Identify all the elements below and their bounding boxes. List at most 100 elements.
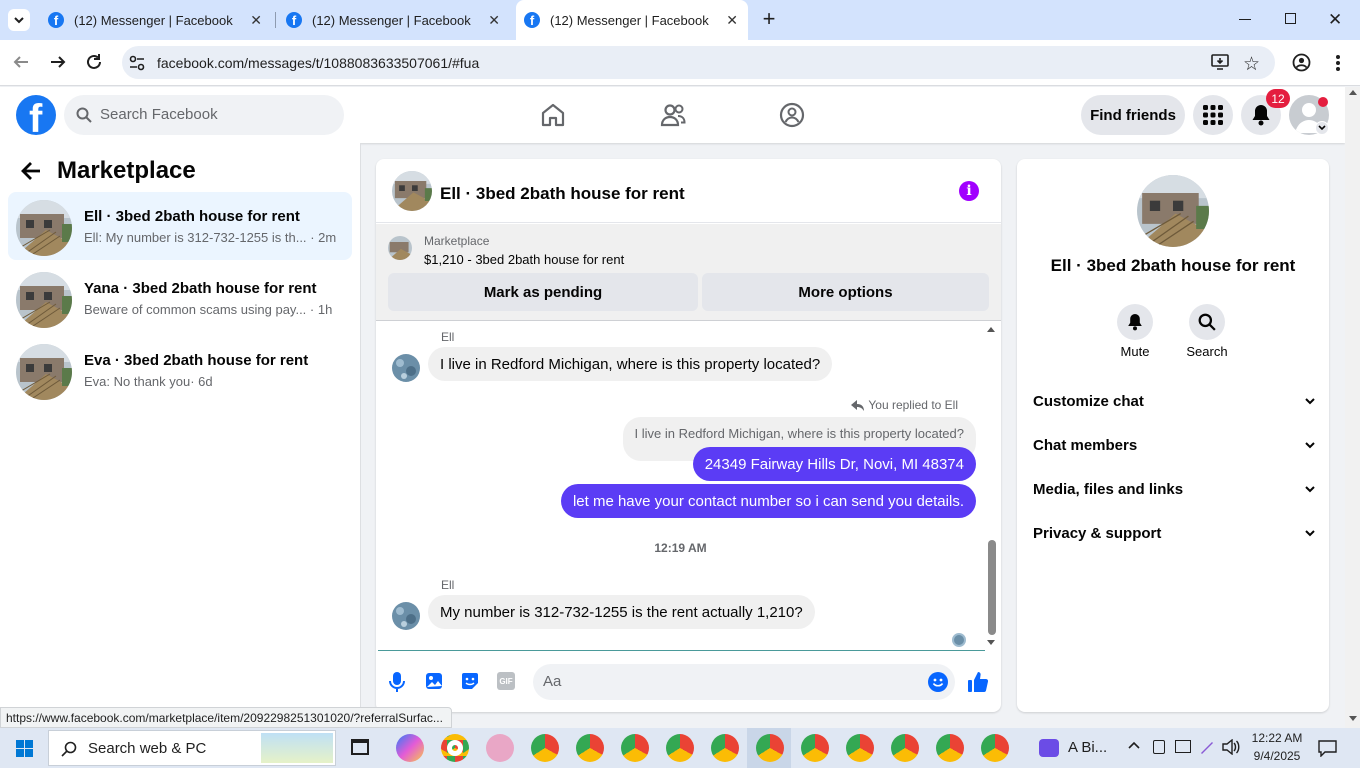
profile-large-avatar[interactable] <box>1137 175 1209 247</box>
conversation-ell[interactable]: Ell · 3bed 2bath house for rent Ell: My … <box>8 192 352 260</box>
close-tab-icon[interactable]: ✕ <box>488 12 500 29</box>
tray-chevron-up-icon[interactable] <box>1128 741 1140 749</box>
incoming-message[interactable]: My number is 312-732-1255 is the rent ac… <box>428 595 815 629</box>
link-status-bar: https://www.facebook.com/marketplace/ite… <box>0 707 452 728</box>
restore-window-icon[interactable] <box>1285 13 1296 24</box>
find-friends-button[interactable]: Find friends <box>1081 95 1185 135</box>
find-friends-label: Find friends <box>1090 106 1176 124</box>
reload-icon[interactable] <box>85 53 103 71</box>
scroll-up-arrow-icon[interactable] <box>1349 90 1357 95</box>
pen-icon[interactable] <box>1199 739 1215 755</box>
search-conversation-button[interactable] <box>1189 304 1225 340</box>
more-options-button[interactable]: More options <box>702 273 989 311</box>
chrome-icon[interactable] <box>801 734 829 762</box>
clock-date[interactable]: 9/4/2025 <box>1247 749 1307 763</box>
chevron-down-icon <box>1305 397 1315 404</box>
taskbar-app-label[interactable]: A Bi... <box>1068 739 1107 756</box>
tray-icon[interactable] <box>1153 740 1165 754</box>
sender-avatar[interactable] <box>392 602 420 630</box>
mark-as-pending-button[interactable]: Mark as pending <box>388 273 698 311</box>
minimize-window-icon[interactable] <box>1239 19 1251 20</box>
back-icon[interactable] <box>12 53 30 71</box>
chat-members-section[interactable]: Chat members <box>1033 423 1315 467</box>
browser-menu-icon[interactable] <box>1336 55 1340 71</box>
outgoing-message[interactable]: 24349 Fairway Hills Dr, Novi, MI 48374 <box>692 447 976 481</box>
outgoing-message[interactable]: let me have your contact number so i can… <box>560 484 976 518</box>
facebook-search-box[interactable]: Search Facebook <box>64 95 344 135</box>
close-tab-icon[interactable]: ✕ <box>250 12 262 29</box>
sender-avatar[interactable] <box>392 354 420 382</box>
copilot-icon[interactable] <box>396 734 424 762</box>
media-files-section[interactable]: Media, files and links <box>1033 467 1315 511</box>
chrome-icon-active[interactable] <box>756 734 784 762</box>
messages-scroll-up-icon[interactable] <box>987 327 995 332</box>
chrome-icon[interactable] <box>531 734 559 762</box>
scroll-down-arrow-icon[interactable] <box>1349 716 1357 721</box>
search-label: Search <box>1186 344 1228 359</box>
video-app-icon[interactable] <box>1039 739 1059 757</box>
tab-2[interactable]: f (12) Messenger | Facebook ✕ <box>278 0 510 40</box>
chrome-icon[interactable] <box>441 734 469 762</box>
search-placeholder: Search Facebook <box>100 106 218 123</box>
reply-indicator: You replied to Ell <box>851 398 958 412</box>
thumbs-up-icon[interactable] <box>967 671 989 693</box>
chat-title[interactable]: Ell · 3bed 2bath house for rent <box>440 184 685 204</box>
task-view-icon[interactable] <box>351 739 369 755</box>
install-app-icon[interactable] <box>1211 54 1229 70</box>
facebook-logo-icon[interactable]: f <box>16 95 56 135</box>
volume-icon[interactable] <box>1222 739 1240 755</box>
back-arrow-icon[interactable] <box>20 160 42 182</box>
chrome-icon[interactable] <box>576 734 604 762</box>
notification-center-icon[interactable] <box>1318 740 1337 757</box>
sticker-icon[interactable] <box>461 672 479 690</box>
taskbar-search-box[interactable]: Search web & PC <box>48 730 336 766</box>
conversation-yana[interactable]: Yana · 3bed 2bath house for rent Beware … <box>8 264 352 332</box>
conversation-info-icon[interactable]: i <box>959 181 979 201</box>
listing-banner-thumb[interactable] <box>388 236 412 260</box>
mute-button[interactable] <box>1117 304 1153 340</box>
home-nav-icon[interactable] <box>540 102 566 128</box>
friends-nav-icon[interactable] <box>660 102 686 128</box>
url-text[interactable]: facebook.com/messages/t/1088083633507061… <box>157 55 479 71</box>
messages-scroll-down-icon[interactable] <box>987 640 995 645</box>
chrome-icon[interactable] <box>936 734 964 762</box>
tab-search-button[interactable] <box>8 9 30 31</box>
network-icon[interactable] <box>1175 740 1191 753</box>
privacy-support-section[interactable]: Privacy & support <box>1033 511 1315 555</box>
bookmark-star-icon[interactable]: ☆ <box>1243 53 1260 76</box>
chrome-icon[interactable] <box>666 734 694 762</box>
incoming-message[interactable]: I live in Redford Michigan, where is thi… <box>428 347 833 381</box>
emoji-icon[interactable] <box>928 672 948 692</box>
app-icon[interactable] <box>486 734 514 762</box>
messages-scrollbar-thumb[interactable] <box>988 540 996 635</box>
facebook-favicon-icon: f <box>524 12 540 28</box>
new-tab-button[interactable]: + <box>758 8 780 30</box>
account-chevron-icon[interactable] <box>1315 121 1329 135</box>
attach-photo-icon[interactable] <box>425 672 443 690</box>
message-input[interactable]: Aa <box>533 664 955 700</box>
forward-icon[interactable] <box>49 53 67 71</box>
tab-3-active[interactable]: f (12) Messenger | Facebook ✕ <box>516 0 748 40</box>
menu-grid-button[interactable] <box>1193 95 1233 135</box>
chat-header-avatar[interactable] <box>392 171 432 211</box>
voice-clip-icon[interactable] <box>389 671 405 693</box>
page-scrollbar[interactable] <box>1345 87 1360 728</box>
chrome-icon[interactable] <box>981 734 1009 762</box>
reply-indicator-text: You replied to Ell <box>868 398 958 412</box>
conversation-eva[interactable]: Eva · 3bed 2bath house for rent Eva: No … <box>8 336 352 404</box>
tab-1[interactable]: f (12) Messenger | Facebook ✕ <box>40 0 272 40</box>
close-tab-icon[interactable]: ✕ <box>726 12 738 29</box>
profile-icon[interactable] <box>1292 53 1311 72</box>
customize-chat-section[interactable]: Customize chat <box>1033 379 1315 423</box>
gif-icon[interactable]: GIF <box>497 672 515 690</box>
listing-description[interactable]: $1,210 - 3bed 2bath house for rent <box>424 252 624 267</box>
groups-nav-icon[interactable] <box>779 102 805 128</box>
chrome-icon[interactable] <box>891 734 919 762</box>
chrome-icon[interactable] <box>621 734 649 762</box>
close-window-icon[interactable]: ✕ <box>1328 10 1342 30</box>
site-info-icon[interactable] <box>128 54 146 72</box>
chrome-icon[interactable] <box>846 734 874 762</box>
clock-time[interactable]: 12:22 AM <box>1247 731 1307 745</box>
windows-start-icon[interactable] <box>16 740 33 757</box>
chrome-icon[interactable] <box>711 734 739 762</box>
